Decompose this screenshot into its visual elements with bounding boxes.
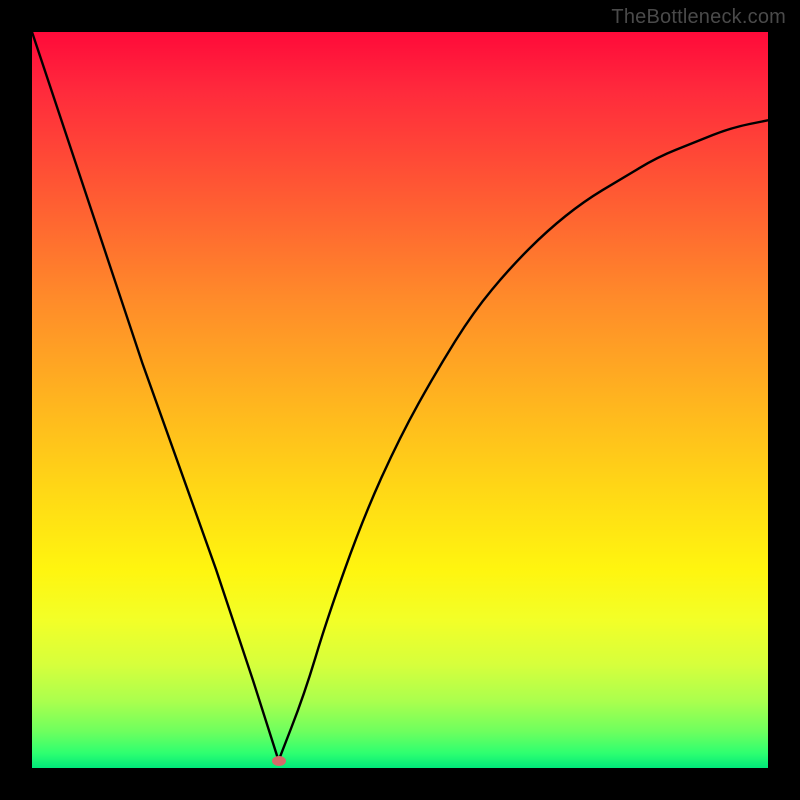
plot-area	[32, 32, 768, 768]
chart-stage: TheBottleneck.com	[0, 0, 800, 800]
curve-path	[32, 32, 768, 761]
bottleneck-curve	[32, 32, 768, 768]
watermark-text: TheBottleneck.com	[611, 6, 786, 29]
minimum-marker	[272, 756, 286, 766]
